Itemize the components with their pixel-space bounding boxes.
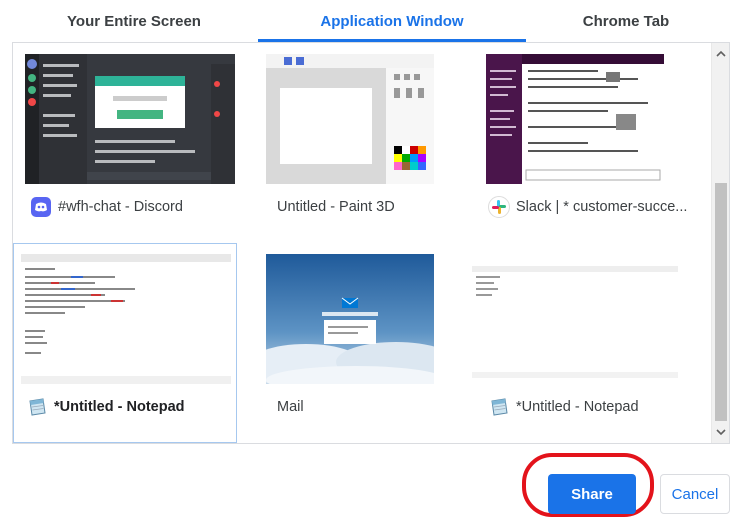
window-title: Untitled - Paint 3D xyxy=(277,199,395,215)
window-tile-discord[interactable]: #wfh-chat - Discord xyxy=(17,43,241,243)
window-label-row: Slack | * customer-succe... xyxy=(488,194,687,220)
tab-application-window[interactable]: Application Window xyxy=(258,0,526,42)
tab-entire-screen[interactable]: Your Entire Screen xyxy=(0,0,268,42)
notepad-icon xyxy=(488,396,510,418)
share-button[interactable]: Share xyxy=(548,474,636,514)
cancel-button[interactable]: Cancel xyxy=(660,474,730,514)
window-title: *Untitled - Notepad xyxy=(54,399,185,415)
tab-chrome-tab[interactable]: Chrome Tab xyxy=(526,0,726,42)
window-title: *Untitled - Notepad xyxy=(516,399,639,415)
window-title: Mail xyxy=(277,399,304,415)
paint-3d-thumbnail xyxy=(266,54,434,184)
window-tile-notepad[interactable]: *Untitled - Notepad xyxy=(472,243,699,443)
notepad-thumbnail xyxy=(21,254,231,384)
scroll-down-arrow-icon[interactable] xyxy=(712,423,729,441)
window-tile-slack[interactable]: Slack | * customer-succe... xyxy=(475,43,699,243)
notepad-thumbnail xyxy=(472,266,678,378)
window-tile-mail[interactable]: Mail xyxy=(256,243,480,443)
source-tabs: Your Entire Screen Application Window Ch… xyxy=(0,0,745,42)
window-tile-notepad-selected[interactable]: *Untitled - Notepad xyxy=(13,243,237,443)
scroll-up-arrow-icon[interactable] xyxy=(712,45,729,63)
scroll-thumb[interactable] xyxy=(715,183,727,421)
discord-icon xyxy=(30,196,52,218)
window-label-row: Mail xyxy=(277,394,304,420)
slack-thumbnail xyxy=(486,54,664,184)
window-label-row: Untitled - Paint 3D xyxy=(277,194,395,220)
notepad-icon xyxy=(26,396,48,418)
slack-icon xyxy=(488,196,510,218)
mail-thumbnail xyxy=(266,254,434,384)
scrollbar[interactable] xyxy=(711,43,729,443)
discord-thumbnail xyxy=(25,54,235,184)
window-label-row: *Untitled - Notepad xyxy=(488,394,639,420)
window-tile-paint-3d[interactable]: Untitled - Paint 3D xyxy=(256,43,480,243)
window-label-row: #wfh-chat - Discord xyxy=(30,194,183,220)
window-grid-panel: #wfh-chat - Discord Untitled - Paint 3D … xyxy=(12,42,730,444)
window-label-row: *Untitled - Notepad xyxy=(26,394,185,420)
window-title: Slack | * customer-succe... xyxy=(516,199,688,215)
window-title: #wfh-chat - Discord xyxy=(58,199,183,215)
